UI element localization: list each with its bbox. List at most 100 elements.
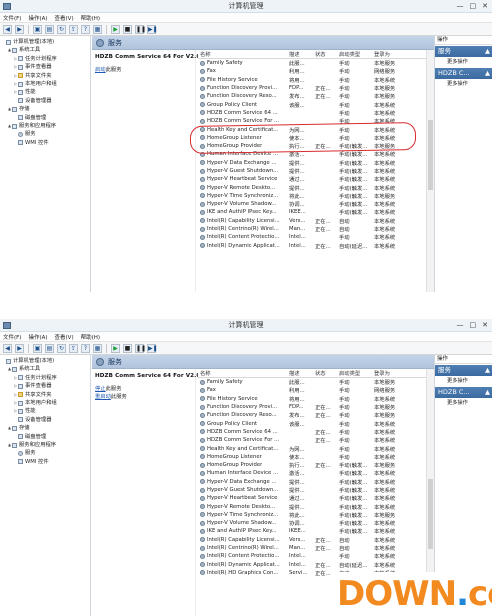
menu-view[interactable]: 查看(V) — [55, 333, 74, 341]
service-row[interactable]: HomeGroup Listener 使本... 手动 本地系统 — [198, 453, 426, 461]
stop-service-button[interactable]: ■ — [123, 343, 132, 353]
service-row[interactable]: Family Safety 此服... 手动 本地服务 — [198, 378, 426, 386]
tree-item-7[interactable]: 设备管理器 — [0, 416, 90, 424]
folder-up-icon[interactable]: ▣ — [33, 343, 42, 353]
tree-item-5[interactable]: ▷ 本地用户和组 — [0, 399, 90, 407]
tree-item-10[interactable]: ▲ 服务和应用程序 — [0, 441, 90, 449]
service-row[interactable]: Hyper-V Time Synchroniz... 将此... 手动(触发... 本… — [198, 511, 426, 519]
menu-help[interactable]: 帮助(H) — [81, 333, 100, 341]
forward-button[interactable]: ▶ — [15, 343, 24, 353]
back-button[interactable]: ◀ — [3, 343, 12, 353]
service-row[interactable]: HomeGroup Listener 使本... 手动 本地系统 — [198, 134, 426, 142]
column-description[interactable]: 描述 — [287, 50, 313, 58]
service-row[interactable]: Family Safety 此服... 手动 本地服务 — [198, 59, 426, 67]
service-row[interactable]: Hyper-V Heartbeat Service 通过... 手动(触发... 本地… — [198, 175, 426, 183]
service-row[interactable]: Hyper-V Volume Shadow... 协调... 手动(触发... 本地系… — [198, 519, 426, 527]
tree-item-6[interactable]: ▷ 性能 — [0, 88, 90, 96]
service-row[interactable]: HomeGroup Provider 执行... 正在... 手动(触发... 本地服务 — [198, 461, 426, 469]
service-row[interactable]: Hyper-V Heartbeat Service 通过... 手动(触发... 本地… — [198, 494, 426, 502]
vertical-scrollbar[interactable] — [426, 50, 434, 292]
column-status[interactable]: 状态 — [313, 50, 337, 58]
menu-help[interactable]: 帮助(H) — [81, 14, 100, 22]
column-log-on-as[interactable]: 登录为 — [372, 50, 418, 58]
service-row[interactable]: Human Interface Device ... 激活... 手动(触发... 本… — [198, 150, 426, 158]
service-row[interactable]: Health Key and Certificat... 为网... 手动 本地系统 — [198, 125, 426, 134]
menu-action[interactable]: 操作(A) — [28, 14, 47, 22]
actions-section-hdzb[interactable]: HDZB C... ▲ — [435, 387, 492, 398]
service-row[interactable]: Function Discovery Reso... 发布... 正在... 手动 本地… — [198, 411, 426, 419]
service-row[interactable]: Fax 利用... 手动 网络服务 — [198, 67, 426, 75]
export-icon[interactable]: ⇪ — [69, 343, 78, 353]
scrollbar-thumb[interactable] — [428, 479, 433, 549]
service-row[interactable]: Group Policy Client 该服... 手动 本地系统 — [198, 419, 426, 428]
tree-item-8[interactable]: ▲ 存储 — [0, 424, 90, 432]
menu-action[interactable]: 操作(A) — [28, 333, 47, 341]
service-row[interactable]: File History Service 将用... 手动 本地系统 — [198, 76, 426, 84]
start-service-button[interactable]: ▶ — [111, 24, 120, 34]
service-row[interactable]: File History Service 将用... 手动 本地系统 — [198, 395, 426, 403]
service-row[interactable]: Hyper-V Data Exchange ... 提供... 手动(触发... 本地… — [198, 159, 426, 167]
service-row[interactable]: Intel(R) Capability Licensi... Vers... 正在.… — [198, 217, 426, 225]
actions-section-hdzb[interactable]: HDZB C... ▲ — [435, 68, 492, 79]
tree-item-12[interactable]: WMI 控件 — [0, 139, 90, 147]
service-row[interactable]: Hyper-V Remote Deskto... 提供... 手动(触发... 本地系… — [198, 183, 426, 192]
help-icon[interactable]: ? — [81, 24, 90, 34]
actions-section-services[interactable]: 服务 ▲ — [435, 365, 492, 376]
service-row[interactable]: Function Discovery Provi... FDP... 正在... 手动… — [198, 403, 426, 411]
tree-item-9[interactable]: 磁盘管理 — [0, 114, 90, 122]
column-startup-type[interactable]: 启动类型 — [337, 50, 372, 58]
service-row[interactable]: HDZB Comm Service For ... 正在... 手动 本地系统 — [198, 436, 426, 444]
tree-item-11[interactable]: 服务 — [0, 449, 90, 457]
tree-item-4[interactable]: ▷ 共享文件夹 — [0, 391, 90, 399]
service-row[interactable]: Function Discovery Provi... FDP... 正在... 手动… — [198, 84, 426, 92]
maximize-button[interactable]: □ — [470, 2, 477, 11]
tree-item-7[interactable]: 设备管理器 — [0, 97, 90, 105]
tree-item-11[interactable]: 服务 — [0, 130, 90, 138]
service-row[interactable]: Hyper-V Data Exchange ... 提供... 手动(触发... 本地… — [198, 478, 426, 486]
restart-service-button[interactable]: ▶❚ — [147, 24, 158, 34]
service-row[interactable]: Hyper-V Guest Shutdown... 提供... 手动(触发... 本地… — [198, 486, 426, 494]
service-row[interactable]: Group Policy Client 该服... 手动 本地系统 — [198, 100, 426, 109]
tree-item-2[interactable]: ▷ 任务计划程序 — [0, 374, 90, 382]
back-button[interactable]: ◀ — [3, 24, 12, 34]
properties-icon[interactable]: ▤ — [45, 24, 54, 34]
tree-item-2[interactable]: ▷ 任务计划程序 — [0, 55, 90, 63]
service-row[interactable]: Intel(R) Capability Licensi... Vers... 正在.… — [198, 536, 426, 544]
console-icon[interactable]: ▦ — [93, 24, 102, 34]
restart-service-link[interactable]: 重启动 — [95, 394, 111, 400]
service-row[interactable]: HDZB Comm Service 64 ... 手动 本地系统 — [198, 109, 426, 117]
more-actions-services[interactable]: 更多操作 — [435, 376, 492, 386]
start-service-button[interactable]: ▶ — [111, 343, 120, 353]
service-row[interactable]: Hyper-V Guest Shutdown... 提供... 手动(触发... 本地… — [198, 167, 426, 175]
menu-view[interactable]: 查看(V) — [55, 14, 74, 22]
column-log-on-as[interactable]: 登录为 — [372, 369, 418, 377]
menu-file[interactable]: 文件(F) — [3, 14, 21, 22]
service-row[interactable]: Intel(R) Dynamic Applicat... Intel... 正在..… — [198, 242, 426, 250]
close-button[interactable]: ✕ — [482, 321, 488, 330]
tree-item-0[interactable]: 计算机管理(本地) — [0, 357, 90, 365]
maximize-button[interactable]: □ — [470, 321, 477, 330]
service-row[interactable]: HDZB Comm Service 64 ... 正在... 手动 本地系统 — [198, 428, 426, 436]
menu-file[interactable]: 文件(F) — [3, 333, 21, 341]
tree-item-9[interactable]: 磁盘管理 — [0, 433, 90, 441]
more-actions-services[interactable]: 更多操作 — [435, 57, 492, 67]
refresh-icon[interactable]: ↻ — [57, 24, 66, 34]
actions-section-services[interactable]: 服务 ▲ — [435, 46, 492, 57]
tree-item-8[interactable]: ▲ 存储 — [0, 105, 90, 113]
pause-service-button[interactable]: ❚❚ — [135, 343, 146, 353]
minimize-button[interactable]: — — [457, 2, 464, 11]
properties-icon[interactable]: ▤ — [45, 343, 54, 353]
start-service-link[interactable]: 启动 — [95, 67, 106, 73]
service-row[interactable]: Fax 利用... 手动 网络服务 — [198, 386, 426, 394]
restart-service-button[interactable]: ▶❚ — [147, 343, 158, 353]
column-status[interactable]: 状态 — [313, 369, 337, 377]
service-row[interactable]: Hyper-V Time Synchroniz... 将此... 手动(触发... 本… — [198, 192, 426, 200]
tree-item-6[interactable]: ▷ 性能 — [0, 407, 90, 415]
scrollbar-thumb[interactable] — [428, 120, 433, 190]
service-row[interactable]: Human Interface Device ... 激活... 手动(触发... 本… — [198, 469, 426, 477]
stop-service-button[interactable]: ■ — [123, 24, 132, 34]
column-description[interactable]: 描述 — [287, 369, 313, 377]
minimize-button[interactable]: — — [457, 321, 464, 330]
service-row[interactable]: Hyper-V Remote Deskto... 提供... 手动(触发... 本地系… — [198, 502, 426, 511]
close-button[interactable]: ✕ — [482, 2, 488, 11]
